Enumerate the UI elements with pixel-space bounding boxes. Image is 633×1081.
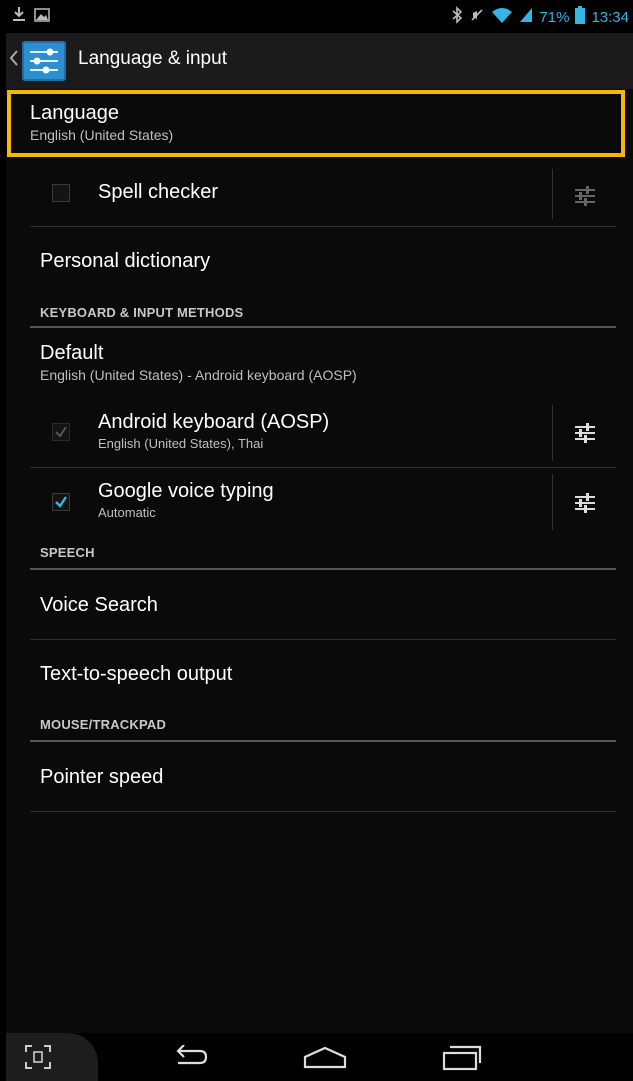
- divider-vertical: [552, 474, 553, 530]
- spell-checker-checkbox[interactable]: [52, 184, 70, 202]
- download-icon: [12, 6, 26, 26]
- divider: [30, 811, 616, 812]
- default-keyboard-summary: English (United States) - Android keyboa…: [40, 367, 357, 383]
- screenshot-icon[interactable]: [24, 1044, 52, 1074]
- google-voice-summary: Automatic: [98, 505, 156, 520]
- google-voice-checkbox[interactable]: [52, 493, 70, 511]
- android-keyboard-checkbox[interactable]: [52, 423, 70, 441]
- chevron-left-icon[interactable]: [9, 50, 18, 71]
- divider-vertical: [552, 405, 553, 461]
- personal-dictionary-title: Personal dictionary: [40, 250, 211, 272]
- settings-sliders-icon[interactable]: [20, 39, 68, 83]
- voice-search-item[interactable]: Voice Search: [40, 594, 626, 617]
- android-keyboard-title: Android keyboard (AOSP): [98, 411, 330, 433]
- page-title: Language & input: [78, 48, 227, 69]
- android-keyboard-summary: English (United States), Thai: [98, 436, 264, 451]
- pointer-speed-item[interactable]: Pointer speed: [40, 766, 626, 789]
- navigation-bar: [6, 1033, 633, 1081]
- default-keyboard-title: Default: [40, 342, 104, 364]
- back-icon[interactable]: [170, 1044, 210, 1073]
- highlight-frame: [7, 90, 625, 157]
- divider: [30, 226, 616, 227]
- home-icon[interactable]: [302, 1045, 348, 1073]
- android-keyboard-settings-icon[interactable]: [573, 421, 597, 445]
- spell-checker-settings-icon[interactable]: [573, 184, 597, 208]
- checkmark-icon: [55, 426, 67, 438]
- status-bar: 71% 13:34: [6, 0, 633, 33]
- divider: [30, 467, 616, 468]
- divider: [30, 639, 616, 640]
- image-icon: [34, 7, 50, 26]
- google-voice-settings-icon[interactable]: [573, 491, 597, 515]
- signal-icon: [519, 7, 533, 27]
- google-voice-item[interactable]: Google voice typing Automatic: [98, 480, 538, 520]
- pointer-speed-title: Pointer speed: [40, 766, 164, 788]
- checkmark-icon: [55, 496, 67, 508]
- android-keyboard-item[interactable]: Android keyboard (AOSP) English (United …: [98, 411, 538, 451]
- google-voice-title: Google voice typing: [98, 480, 274, 502]
- wifi-icon: [491, 7, 513, 27]
- no-sound-icon: [469, 7, 485, 27]
- default-keyboard-item[interactable]: Default English (United States) - Androi…: [40, 342, 626, 383]
- spell-checker-title: Spell checker: [98, 181, 219, 203]
- tts-item[interactable]: Text-to-speech output: [40, 663, 626, 686]
- screenshot-tab: [6, 1033, 98, 1081]
- tts-title: Text-to-speech output: [40, 663, 233, 685]
- battery-percent: 71%: [539, 8, 570, 26]
- spell-checker-item[interactable]: Spell checker: [98, 181, 538, 204]
- battery-icon: [575, 6, 586, 28]
- section-header-line: [30, 568, 616, 570]
- divider-vertical: [552, 169, 553, 219]
- section-header-line: [30, 740, 616, 742]
- section-header-keyboard: KEYBOARD & INPUT METHODS: [40, 305, 244, 320]
- recents-icon[interactable]: [442, 1043, 482, 1075]
- section-header-mouse: MOUSE/TRACKPAD: [40, 717, 167, 732]
- bluetooth-icon: [451, 6, 463, 28]
- action-bar: Language & input: [6, 33, 633, 89]
- clock: 13:34: [591, 8, 629, 26]
- voice-search-title: Voice Search: [40, 594, 158, 616]
- section-header-speech: SPEECH: [40, 545, 95, 560]
- screen: 71% 13:34 Language & input Language Engl…: [6, 0, 633, 1081]
- section-header-line: [30, 326, 616, 328]
- personal-dictionary-item[interactable]: Personal dictionary: [40, 250, 626, 273]
